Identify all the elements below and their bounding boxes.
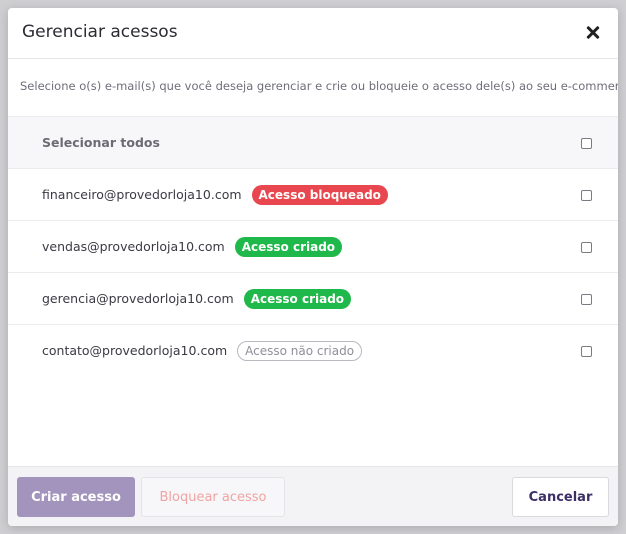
row-checkbox[interactable] [581,241,592,253]
row-checkbox[interactable] [581,345,592,357]
status-badge: Acesso criado [243,288,352,309]
manage-access-modal: Gerenciar acessos Selecione o(s) e-mail(… [8,8,618,526]
email-text: financeiro@provedorloja10.com [42,187,242,202]
modal-title: Gerenciar acessos [22,22,178,42]
close-icon[interactable] [582,21,604,43]
list-item: contato@provedorloja10.com Acesso não cr… [8,324,618,376]
email-text: vendas@provedorloja10.com [42,239,225,254]
select-all-row: Selecionar todos [8,116,618,168]
select-all-label: Selecionar todos [42,135,160,150]
list-item: vendas@provedorloja10.com Acesso criado [8,220,618,272]
block-access-button[interactable]: Bloquear acesso [141,477,285,517]
status-badge: Acesso não criado [237,340,363,361]
list-item: gerencia@provedorloja10.com Acesso criad… [8,272,618,324]
select-all-checkbox[interactable] [581,137,592,149]
modal-footer: Criar acesso Bloquear acesso Cancelar [8,466,618,526]
modal-header: Gerenciar acessos [8,8,618,56]
email-text: gerencia@provedorloja10.com [42,291,234,306]
row-checkbox[interactable] [581,189,592,201]
email-list: Selecionar todos financeiro@provedorloja… [8,116,618,376]
row-checkbox[interactable] [581,293,592,305]
create-access-button[interactable]: Criar acesso [17,477,135,517]
status-badge: Acesso criado [234,236,343,257]
modal-description: Selecione o(s) e-mail(s) que você deseja… [8,58,618,116]
email-text: contato@provedorloja10.com [42,343,228,358]
cancel-button[interactable]: Cancelar [512,477,609,517]
status-badge: Acesso bloqueado [251,184,388,205]
list-item: financeiro@provedorloja10.com Acesso blo… [8,168,618,220]
